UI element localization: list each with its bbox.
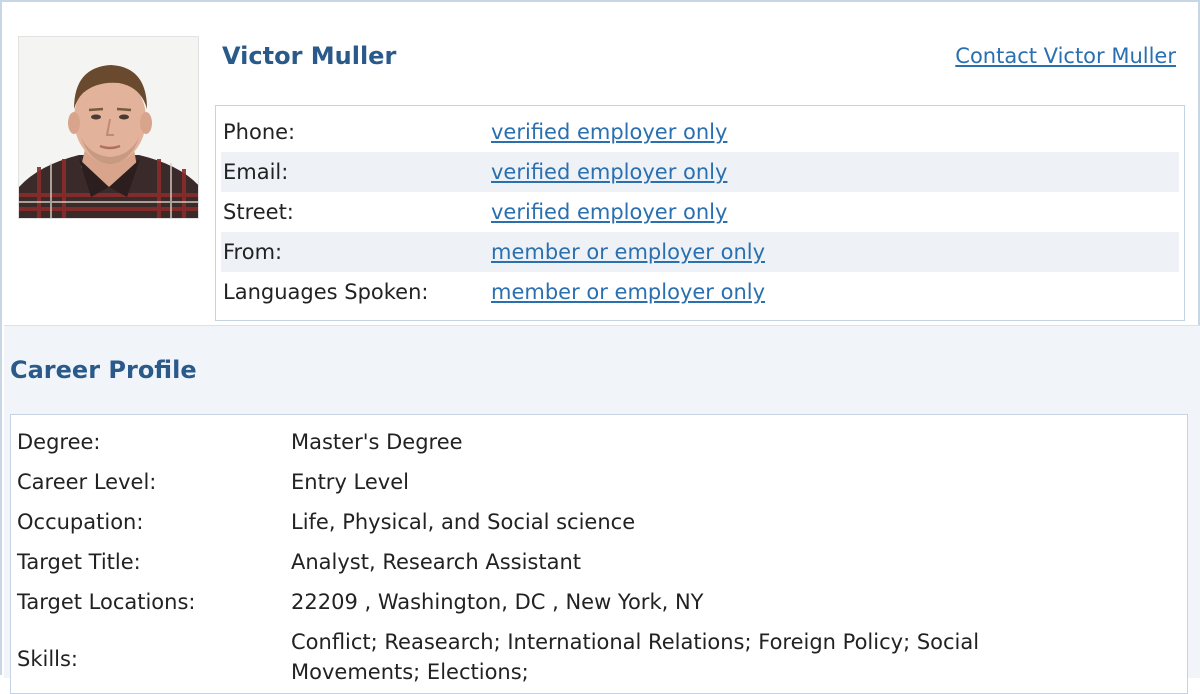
contact-link[interactable]: Contact Victor Muller [955,44,1176,68]
profile-photo [18,36,199,219]
career-label: Target Locations: [17,590,196,614]
portrait-image [19,37,198,218]
contact-label: Email: [223,160,289,184]
career-row-target-locations: Target Locations: 22209 , Washington, DC… [17,583,1187,623]
career-value: Entry Level [291,470,409,494]
career-row-degree: Degree: Master's Degree [17,423,1187,463]
contact-row-from: From: member or employer only [221,232,1179,272]
career-label: Target Title: [17,550,141,574]
career-value: Life, Physical, and Social science [291,510,636,534]
languages-access-link[interactable]: member or employer only [491,280,765,304]
contact-row-email: Email: verified employer only [221,152,1179,192]
contact-label: Languages Spoken: [223,280,429,304]
contact-label: Street: [223,200,294,224]
career-value: 22209 , Washington, DC , New York, NY [291,590,704,614]
career-label: Skills: [17,647,79,671]
street-access-link[interactable]: verified employer only [491,200,727,224]
career-label: Degree: [17,430,101,454]
career-profile-table: Degree: Master's Degree Career Level: En… [10,414,1188,694]
career-value: Analyst, Research Assistant [291,550,582,574]
career-value: Conflict; Reasearch; International Relat… [291,630,980,684]
contact-row-languages: Languages Spoken: member or employer onl… [221,272,1179,312]
career-row-skills: Skills: Conflict; Reasearch; Internation… [17,623,1187,687]
profile-panel: Victor Muller Contact Victor Muller Phon… [0,0,1200,694]
from-access-link[interactable]: member or employer only [491,240,765,264]
career-row-target-title: Target Title: Analyst, Research Assistan… [17,543,1187,583]
career-profile-section: Career Profile Degree: Master's Degree C… [4,325,1200,694]
contact-label: From: [223,240,283,264]
contact-row-street: Street: verified employer only [221,192,1179,232]
phone-access-link[interactable]: verified employer only [491,120,727,144]
contact-info-table: Phone: verified employer only Email: ver… [215,105,1185,321]
career-label: Career Level: [17,470,157,494]
contact-label: Phone: [223,120,296,144]
career-row-occupation: Occupation: Life, Physical, and Social s… [17,503,1187,543]
contact-row-phone: Phone: verified employer only [221,112,1179,152]
career-profile-heading: Career Profile [10,356,197,384]
career-row-level: Career Level: Entry Level [17,463,1187,503]
profile-name: Victor Muller [222,42,397,70]
career-label: Occupation: [17,510,144,534]
career-value: Master's Degree [291,430,463,454]
email-access-link[interactable]: verified employer only [491,160,727,184]
